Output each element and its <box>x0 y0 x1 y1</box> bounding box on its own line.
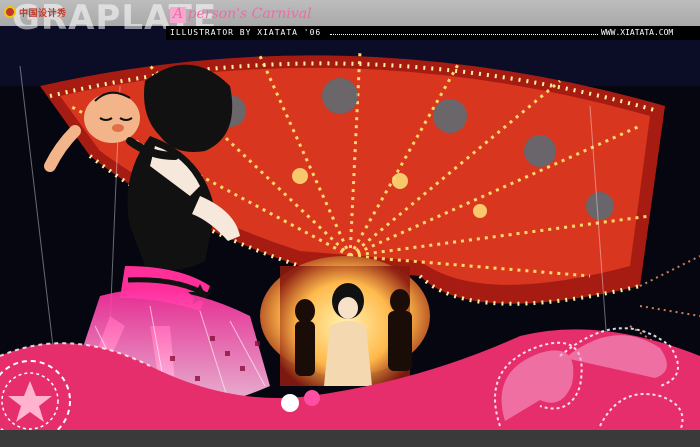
illustrator-credit: ILLUSTRATOR BY XIATATA '06 <box>170 28 322 37</box>
logo-text: 中国设计秀 <box>19 8 67 19</box>
credit-dotted-rule <box>330 34 598 35</box>
artwork-title: A person's Carnival <box>173 6 312 22</box>
site-logo: 中国设计秀 <box>4 5 67 19</box>
illustration-canvas: GRAPLATE 中国设计秀 A person's Carnival ILLUS… <box>0 0 700 447</box>
logo-icon <box>4 6 16 18</box>
dot-pink <box>304 390 320 406</box>
carnival-scene <box>0 26 700 447</box>
website-credit: WWW.XIATATA.COM <box>601 28 674 37</box>
carnival-artwork <box>0 26 700 447</box>
dot-white <box>281 394 299 412</box>
footer-band <box>0 430 700 447</box>
